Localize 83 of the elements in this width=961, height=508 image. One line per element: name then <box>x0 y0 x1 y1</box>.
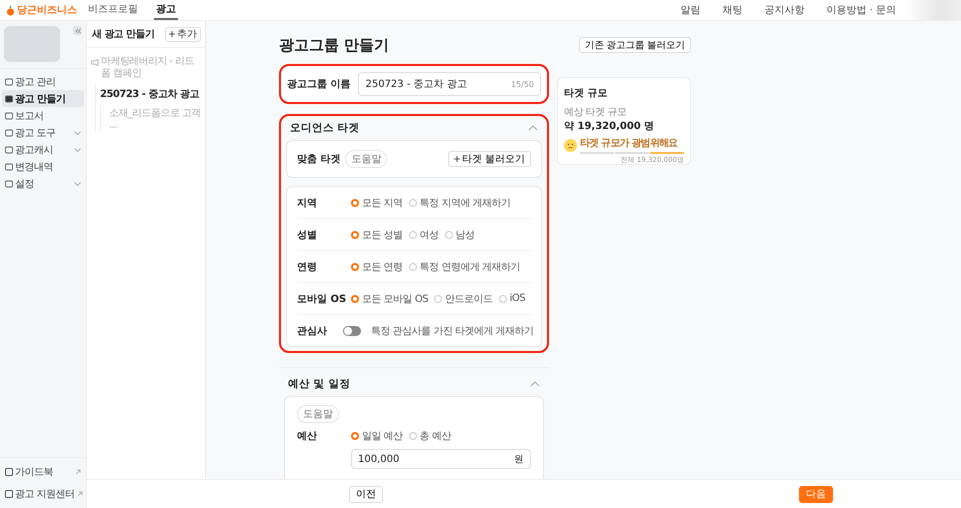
menu-icon <box>5 162 13 170</box>
ad-group-item[interactable]: 250723 - 중고차 광고 <box>100 84 201 104</box>
radio-option[interactable]: iOS <box>498 293 526 304</box>
radio-option[interactable]: 여성 <box>408 228 439 242</box>
load-target-button[interactable]: 타겟 불러오기 <box>448 151 531 167</box>
sidebar-item[interactable]: 보고서 <box>2 107 84 124</box>
menu-icon <box>5 180 13 188</box>
menu-icon <box>5 146 13 154</box>
section-title: 오디언스 타겟 <box>290 121 360 135</box>
menu-label: 광고 도구 <box>15 126 57 140</box>
name-field[interactable]: 250723 - 중고차 광고 15/50 <box>358 72 541 96</box>
radio-option[interactable]: 특정 지역에 게재하기 <box>408 196 511 210</box>
radio-option[interactable]: 총 예산 <box>408 429 451 443</box>
chevron-up-icon[interactable] <box>528 125 538 131</box>
previous-button[interactable]: 이전 <box>349 486 383 502</box>
menu-icon <box>5 94 13 102</box>
plus-icon <box>454 156 460 162</box>
book-icon <box>5 490 13 498</box>
menu-icon <box>5 78 13 86</box>
external-arrow-icon <box>75 469 81 475</box>
neutral-face-icon <box>564 138 577 152</box>
collapse-button[interactable] <box>73 26 82 35</box>
nav-tab[interactable]: 비즈프로필 <box>86 0 140 20</box>
row-label: 관심사 <box>297 324 328 338</box>
help-chip[interactable]: 도움말 <box>345 150 388 168</box>
sidebar-item[interactable]: 광고캐시 <box>2 141 84 158</box>
radio-option[interactable]: 남성 <box>444 228 475 242</box>
page-title: 광고그룹 만들기 <box>279 36 390 54</box>
section-title: 예산 및 일정 <box>288 377 350 391</box>
field-label: 광고그룹 이름 <box>287 78 350 91</box>
row-label: 지역 <box>297 196 318 210</box>
row-label: 모바일 OS <box>297 292 348 306</box>
top-link[interactable]: 알림 <box>680 3 700 17</box>
panel-title: 새 광고 만들기 <box>92 28 154 41</box>
chevron-up-icon[interactable] <box>530 381 540 387</box>
menu-label: 설정 <box>15 178 35 190</box>
logo-text: 당근비즈니스 <box>17 4 77 17</box>
radio-option[interactable]: 특정 연령에게 게재하기 <box>408 260 520 274</box>
menu-icon <box>5 128 13 136</box>
help-chip[interactable]: 도움말 <box>297 405 339 423</box>
link-label: 가이드북 <box>15 466 54 479</box>
megaphone-icon <box>91 59 99 66</box>
account-placeholder <box>4 26 60 62</box>
radio-option[interactable]: 모든 모바일 OS <box>351 292 428 306</box>
menu-label: 변경내역 <box>15 160 54 174</box>
top-link[interactable]: 이용방법 · 문의 <box>826 3 896 17</box>
row-label: 연령 <box>297 260 318 274</box>
sidebar-item[interactable]: 광고 도구 <box>2 124 84 141</box>
sidebar-item[interactable]: 변경내역 <box>2 158 84 175</box>
menu-icon <box>5 112 13 120</box>
link-label: 광고 지원센터 <box>15 488 75 501</box>
card-title: 타겟 규모 <box>564 87 608 100</box>
sidebar-item[interactable]: 광고 관리 <box>2 73 84 90</box>
menu-label: 보고서 <box>15 110 44 122</box>
radio-option[interactable]: 안드로이드 <box>434 292 493 306</box>
target-size-value: 약 19,320,000 명 <box>564 120 656 133</box>
sidebar-item[interactable]: 광고 만들기 <box>2 90 84 107</box>
row-label: 성별 <box>297 228 318 242</box>
top-link[interactable]: 채팅 <box>722 3 742 17</box>
radio-option[interactable]: 모든 지역 <box>351 196 403 210</box>
top-link[interactable]: 공지사항 <box>764 3 804 17</box>
import-button[interactable]: 기존 광고그룹 불러오기 <box>578 37 691 53</box>
radio-option[interactable]: 모든 성별 <box>351 228 403 242</box>
status-text: 타겟 규모가 광범위해요 <box>580 137 678 150</box>
add-button[interactable]: 추가 <box>165 26 201 42</box>
budget-field[interactable]: 100,000 원 <box>351 449 531 469</box>
plus-icon <box>169 31 175 37</box>
menu-label: 광고 만들기 <box>15 92 66 106</box>
sidebar-link[interactable]: 광고 지원센터 <box>2 483 84 505</box>
toggle-label: 특정 관심사를 가진 타겟에게 게재하기 <box>371 324 534 338</box>
row-label: 맞춤 타겟 <box>297 153 340 166</box>
carrot-icon <box>6 4 15 16</box>
row-label: 예산 <box>297 430 318 444</box>
external-arrow-icon <box>76 491 83 497</box>
caption: 예상 타겟 규모 <box>564 106 628 119</box>
toggle-switch[interactable] <box>343 326 361 336</box>
menu-label: 광고 관리 <box>15 76 57 88</box>
radio-option[interactable]: 모든 연령 <box>351 260 403 274</box>
menu-label: 광고캐시 <box>15 144 54 156</box>
radio-option[interactable]: 일일 예산 <box>351 429 403 443</box>
sidebar-link[interactable]: 가이드북 <box>2 461 84 483</box>
sidebar-item[interactable]: 설정 <box>2 175 84 192</box>
book-icon <box>5 468 13 476</box>
